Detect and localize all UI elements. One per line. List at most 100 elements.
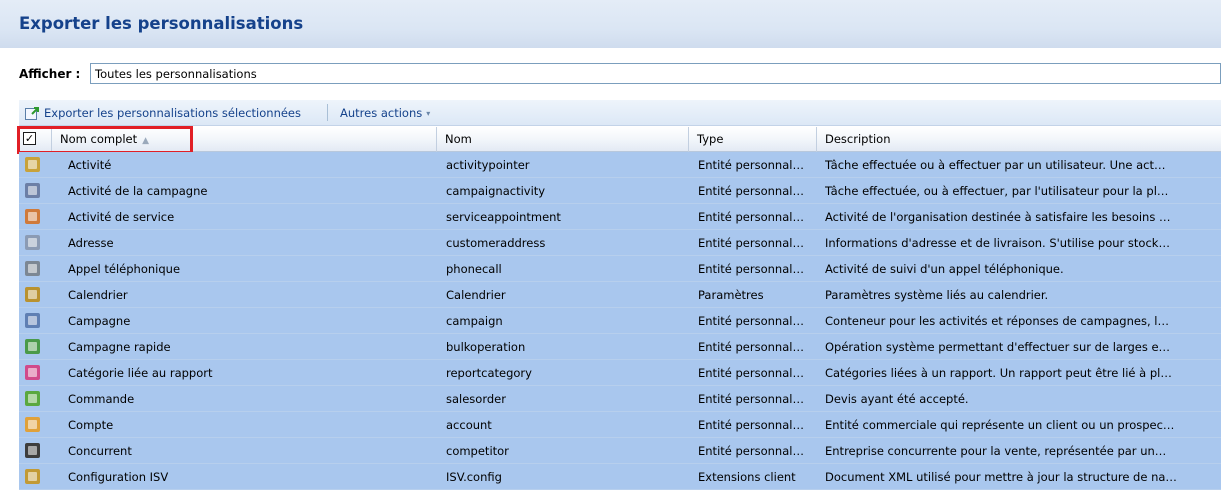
view-select[interactable]: Toutes les personnalisations: [90, 63, 1221, 84]
row-name: customeraddress: [446, 236, 546, 250]
row-full-name: Calendrier: [68, 288, 128, 302]
row-type: Entité personnal…: [698, 392, 804, 406]
row-type: Entité personnal…: [698, 314, 804, 328]
table-row[interactable]: Configuration ISV ISV.config Extensions cl…: [19, 464, 1221, 490]
view-filter: Afficher : Toutes les personnalisations: [0, 58, 1221, 88]
chevron-down-icon: ▾: [426, 108, 431, 118]
row-full-name: Configuration ISV: [68, 470, 169, 484]
row-name: reportcategory: [446, 366, 532, 380]
column-header-type[interactable]: Type: [688, 127, 816, 152]
quick-campaign-icon: [25, 339, 40, 354]
isv-config-icon: [25, 469, 40, 484]
row-icon-cell: [25, 339, 41, 355]
toolbar-separator: [327, 104, 328, 121]
report-category-icon: [25, 365, 40, 380]
callout-highlight: [17, 126, 193, 154]
export-selected-label: Exporter les personnalisations sélection…: [44, 106, 301, 120]
row-description: Activité de l'organisation destinée à sa…: [825, 210, 1171, 224]
row-full-name: Compte: [68, 418, 114, 432]
row-full-name: Activité de service: [68, 210, 175, 224]
grid-toolbar: Exporter les personnalisations sélection…: [19, 100, 1221, 126]
more-actions-button[interactable]: Autres actions ▾: [340, 104, 430, 122]
row-full-name: Catégorie liée au rapport: [68, 366, 213, 380]
row-type: Entité personnal…: [698, 366, 804, 380]
row-name: competitor: [446, 444, 509, 458]
title-bar: Exporter les personnalisations: [0, 0, 1221, 48]
table-row[interactable]: Adresse customeraddress Entité personnal… I…: [19, 230, 1221, 256]
row-description: Tâche effectuée, ou à effectuer, par l'u…: [825, 184, 1169, 198]
row-name: account: [446, 418, 492, 432]
row-type: Entité personnal…: [698, 340, 804, 354]
row-icon-cell: [25, 157, 41, 173]
campaign-activity-icon: [25, 183, 40, 198]
row-icon-cell: [25, 287, 41, 303]
row-name: serviceappointment: [446, 210, 561, 224]
row-description: Entreprise concurrente pour la vente, re…: [825, 444, 1167, 458]
table-row[interactable]: Campagne campaign Entité personnal… Contene…: [19, 308, 1221, 334]
grid-header: ✓ Nom complet ▲ Nom Type Description: [19, 127, 1221, 152]
row-full-name: Adresse: [68, 236, 114, 250]
row-name: campaignactivity: [446, 184, 546, 198]
table-row[interactable]: Commande salesorder Entité personnal… Devis…: [19, 386, 1221, 412]
account-icon: [25, 417, 40, 432]
row-name: activitypointer: [446, 158, 530, 172]
row-type: Paramètres: [698, 288, 764, 302]
table-row[interactable]: Compte account Entité personnal… Entité com…: [19, 412, 1221, 438]
row-full-name: Commande: [68, 392, 135, 406]
row-full-name: Campagne rapide: [68, 340, 171, 354]
order-icon: [25, 391, 40, 406]
column-header-description[interactable]: Description: [816, 127, 1196, 152]
table-row[interactable]: Activité de la campagne campaignactivity E…: [19, 178, 1221, 204]
row-description: Conteneur pour les activités et réponses…: [825, 314, 1169, 328]
table-row[interactable]: Appel téléphonique phonecall Entité person…: [19, 256, 1221, 282]
row-full-name: Appel téléphonique: [68, 262, 181, 276]
row-full-name: Concurrent: [68, 444, 132, 458]
grid-body: Activité activitypointer Entité personnal……: [19, 152, 1221, 490]
row-type: Entité personnal…: [698, 158, 804, 172]
row-description: Informations d'adresse et de livraison. …: [825, 236, 1170, 250]
row-type: Entité personnal…: [698, 262, 804, 276]
row-icon-cell: [25, 261, 41, 277]
table-row[interactable]: Concurrent competitor Entité personnal… Ent…: [19, 438, 1221, 464]
row-type: Extensions client: [698, 470, 796, 484]
more-actions-label: Autres actions: [340, 106, 423, 120]
row-icon-cell: [25, 183, 41, 199]
row-description: Document XML utilisé pour mettre à jour …: [825, 470, 1177, 484]
row-name: campaign: [446, 314, 503, 328]
row-full-name: Activité de la campagne: [68, 184, 208, 198]
column-header-name[interactable]: Nom: [436, 127, 688, 152]
row-icon-cell: [25, 209, 41, 225]
view-filter-label: Afficher :: [19, 67, 81, 81]
table-row[interactable]: Calendrier Calendrier Paramètres Paramètres…: [19, 282, 1221, 308]
calendar-icon: [25, 287, 40, 302]
page-title: Exporter les personnalisations: [19, 14, 304, 33]
row-type: Entité personnal…: [698, 236, 804, 250]
activity-icon: [25, 157, 40, 172]
table-row[interactable]: Catégorie liée au rapport reportcategory E…: [19, 360, 1221, 386]
row-icon-cell: [25, 235, 41, 251]
table-row[interactable]: Activité de service serviceappointment Ent…: [19, 204, 1221, 230]
phone-call-icon: [25, 261, 40, 276]
row-icon-cell: [25, 313, 41, 329]
row-description: Opération système permettant d'effectuer…: [825, 340, 1171, 354]
competitor-icon: [25, 443, 40, 458]
row-description: Activité de suivi d'un appel téléphoniqu…: [825, 262, 1064, 276]
address-icon: [25, 235, 40, 250]
row-description: Devis ayant été accepté.: [825, 392, 969, 406]
row-full-name: Activité: [68, 158, 112, 172]
row-icon-cell: [25, 469, 41, 485]
row-type: Entité personnal…: [698, 184, 804, 198]
row-name: ISV.config: [446, 470, 502, 484]
campaign-icon: [25, 313, 40, 328]
service-activity-icon: [25, 209, 40, 224]
row-type: Entité personnal…: [698, 418, 804, 432]
row-description: Paramètres système liés au calendrier.: [825, 288, 1049, 302]
table-row[interactable]: Campagne rapide bulkoperation Entité perso…: [19, 334, 1221, 360]
row-icon-cell: [25, 365, 41, 381]
export-selected-button[interactable]: Exporter les personnalisations sélection…: [25, 104, 301, 122]
table-row[interactable]: Activité activitypointer Entité personnal……: [19, 152, 1221, 178]
row-type: Entité personnal…: [698, 444, 804, 458]
row-name: bulkoperation: [446, 340, 526, 354]
row-name: salesorder: [446, 392, 506, 406]
row-icon-cell: [25, 443, 41, 459]
